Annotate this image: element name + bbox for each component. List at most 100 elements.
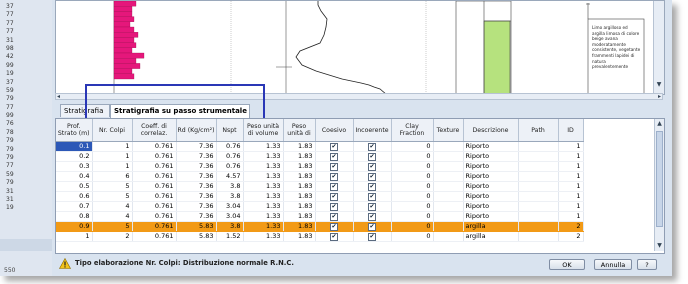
cell-prof[interactable]: 0.7	[56, 201, 93, 212]
incoerente-checkbox[interactable]: ✔	[368, 183, 376, 191]
cell-peso_vol[interactable]: 1.33	[243, 161, 284, 172]
column-header[interactable]: Peso unità di	[283, 119, 316, 142]
column-header[interactable]: Peso unità di volume	[243, 119, 284, 142]
cell-colpi[interactable]: 2	[92, 231, 133, 242]
coesivo-checkbox[interactable]: ✔	[330, 223, 338, 231]
cell-colpi[interactable]: 4	[92, 201, 133, 212]
cell-peso_vol[interactable]: 1.33	[243, 211, 284, 222]
cell-rd[interactable]: 5.83	[176, 231, 217, 242]
cell-nspt[interactable]: 4.57	[216, 171, 244, 182]
cell-clay[interactable]: 0	[391, 141, 434, 152]
cell-colpi[interactable]: 4	[92, 211, 133, 222]
cell-descr[interactable]: Riporto	[463, 181, 519, 192]
scroll-down-arrow-icon[interactable]: ▼	[655, 241, 664, 250]
cell-coesivo[interactable]: ✔	[315, 221, 354, 232]
cell-incoerente[interactable]: ✔	[353, 151, 392, 162]
table-row[interactable]: 0.4 6 0.761 7.36 4.57 1.33 1.83 ✔ ✔ 0 Riporto 1	[56, 171, 584, 182]
table-row[interactable]: 0.9 5 0.761 5.83 3.8 1.33 1.83 ✔ ✔ 0 argilla 2	[56, 221, 584, 232]
cell-peso[interactable]: 1.83	[283, 191, 316, 202]
cell-id[interactable]: 2	[558, 231, 584, 242]
cell-clay[interactable]: 0	[391, 161, 434, 172]
cell-colpi[interactable]: 5	[92, 221, 133, 232]
cell-prof[interactable]: 0.2	[56, 151, 93, 162]
cell-descr[interactable]: argilla	[463, 231, 519, 242]
cell-clay[interactable]: 0	[391, 221, 434, 232]
table-row[interactable]: 0.1 1 0.761 7.36 0.76 1.33 1.83 ✔ ✔ 0 Riporto 1	[56, 141, 584, 152]
cell-path[interactable]	[518, 141, 559, 152]
cell-incoerente[interactable]: ✔	[353, 191, 392, 202]
cell-id[interactable]: 1	[558, 201, 584, 212]
cell-texture[interactable]	[433, 181, 464, 192]
cell-nspt[interactable]: 3.8	[216, 181, 244, 192]
scroll-left-arrow-icon[interactable]: ◂	[57, 93, 60, 100]
cell-prof[interactable]: 0.5	[56, 181, 93, 192]
column-header[interactable]: Texture	[433, 119, 464, 142]
column-header[interactable]: Nspt	[216, 119, 244, 142]
cell-descr[interactable]: Riporto	[463, 191, 519, 202]
cell-colpi[interactable]: 1	[92, 151, 133, 162]
incoerente-checkbox[interactable]: ✔	[368, 203, 376, 211]
cell-peso_vol[interactable]: 1.33	[243, 171, 284, 182]
cell-descr[interactable]: Riporto	[463, 161, 519, 172]
cell-id[interactable]: 1	[558, 211, 584, 222]
cell-incoerente[interactable]: ✔	[353, 171, 392, 182]
cell-colpi[interactable]: 6	[92, 171, 133, 182]
cell-coesivo[interactable]: ✔	[315, 201, 354, 212]
table-row[interactable]: 0.2 1 0.761 7.36 0.76 1.33 1.83 ✔ ✔ 0 Riporto 1	[56, 151, 584, 162]
column-header[interactable]: Nr. Colpi	[92, 119, 133, 142]
cell-prof[interactable]: 0.1	[56, 141, 93, 152]
cell-nspt[interactable]: 3.8	[216, 191, 244, 202]
cell-id[interactable]: 1	[558, 141, 584, 152]
coesivo-checkbox[interactable]: ✔	[330, 163, 338, 171]
cell-path[interactable]	[518, 151, 559, 162]
cell-rd[interactable]: 5.83	[176, 221, 217, 232]
cell-path[interactable]	[518, 231, 559, 242]
cell-texture[interactable]	[433, 141, 464, 152]
column-header[interactable]: Coesivo	[315, 119, 354, 142]
incoerente-checkbox[interactable]: ✔	[368, 163, 376, 171]
cell-prof[interactable]: 1	[56, 231, 93, 242]
scroll-thumb[interactable]	[656, 131, 663, 227]
cell-peso[interactable]: 1.83	[283, 211, 316, 222]
cell-rd[interactable]: 7.36	[176, 161, 217, 172]
scroll-right-arrow-icon[interactable]: ▸	[658, 93, 661, 100]
cell-coeff[interactable]: 0.761	[132, 201, 177, 212]
cell-rd[interactable]: 7.36	[176, 151, 217, 162]
column-header[interactable]: Descrizione	[463, 119, 519, 142]
cell-id[interactable]: 1	[558, 191, 584, 202]
cell-nspt[interactable]: 3.04	[216, 211, 244, 222]
cell-peso[interactable]: 1.83	[283, 181, 316, 192]
cell-rd[interactable]: 7.36	[176, 171, 217, 182]
incoerente-checkbox[interactable]: ✔	[368, 223, 376, 231]
cell-coesivo[interactable]: ✔	[315, 141, 354, 152]
coesivo-checkbox[interactable]: ✔	[330, 203, 338, 211]
cell-peso[interactable]: 1.83	[283, 141, 316, 152]
incoerente-checkbox[interactable]: ✔	[368, 233, 376, 241]
coesivo-checkbox[interactable]: ✔	[330, 153, 338, 161]
incoerente-checkbox[interactable]: ✔	[368, 193, 376, 201]
cell-clay[interactable]: 0	[391, 211, 434, 222]
cell-colpi[interactable]: 1	[92, 141, 133, 152]
column-header[interactable]: Coeff. di correlaz.	[132, 119, 177, 142]
cell-texture[interactable]	[433, 161, 464, 172]
cell-coeff[interactable]: 0.761	[132, 191, 177, 202]
cell-coesivo[interactable]: ✔	[315, 151, 354, 162]
cell-colpi[interactable]: 5	[92, 191, 133, 202]
coesivo-checkbox[interactable]: ✔	[330, 233, 338, 241]
cell-peso_vol[interactable]: 1.33	[243, 151, 284, 162]
cell-peso[interactable]: 1.83	[283, 151, 316, 162]
cell-id[interactable]: 1	[558, 161, 584, 172]
cell-incoerente[interactable]: ✔	[353, 161, 392, 172]
table-row[interactable]: 0.7 4 0.761 7.36 3.04 1.33 1.83 ✔ ✔ 0 Riporto 1	[56, 201, 584, 212]
cell-nspt[interactable]: 0.76	[216, 151, 244, 162]
cell-coeff[interactable]: 0.761	[132, 161, 177, 172]
cell-peso[interactable]: 1.83	[283, 221, 316, 232]
cell-id[interactable]: 1	[558, 151, 584, 162]
coesivo-checkbox[interactable]: ✔	[330, 143, 338, 151]
cell-incoerente[interactable]: ✔	[353, 221, 392, 232]
coesivo-checkbox[interactable]: ✔	[330, 183, 338, 191]
cell-texture[interactable]	[433, 151, 464, 162]
cell-prof[interactable]: 0.6	[56, 191, 93, 202]
help-button[interactable]: ?	[637, 259, 657, 270]
cell-id[interactable]: 1	[558, 171, 584, 182]
